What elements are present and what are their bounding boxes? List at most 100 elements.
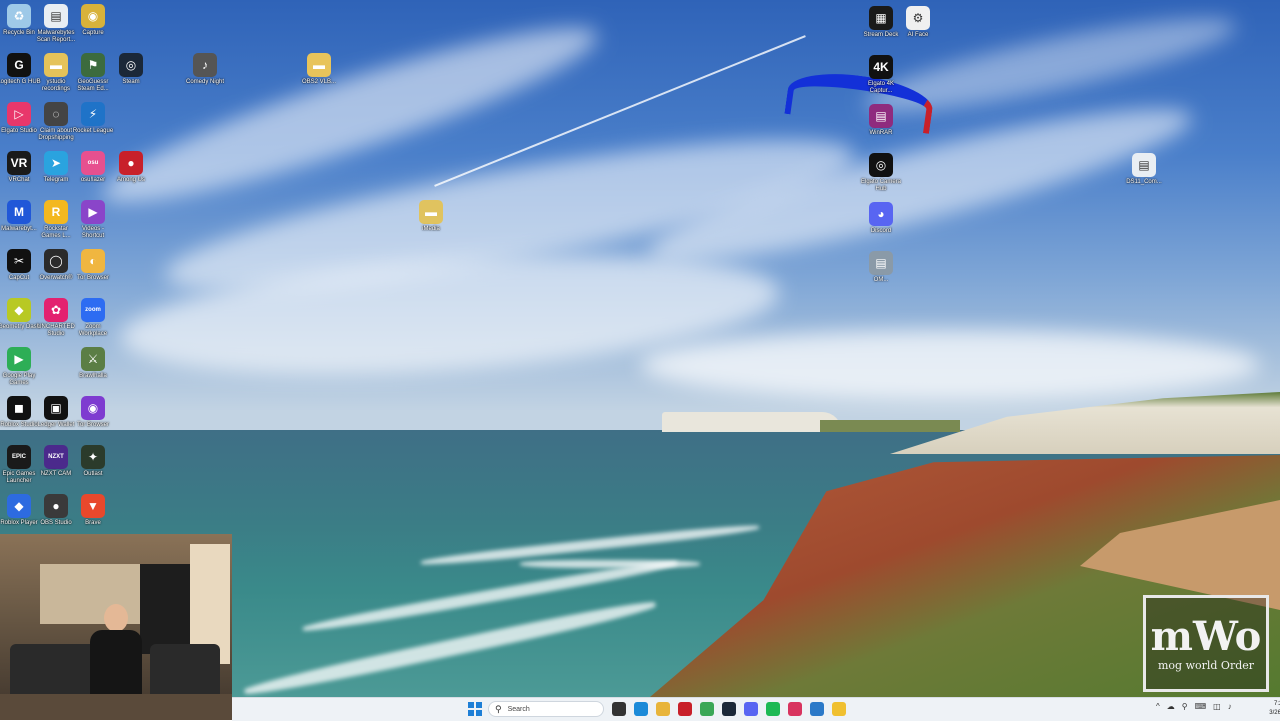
desktop-icon[interactable]: R Rockstar Games L... bbox=[37, 200, 75, 240]
capcut-icon: ✂ bbox=[7, 249, 31, 273]
desktop-icon[interactable]: ◆ Geometry Dash bbox=[0, 298, 40, 331]
desktop-icon[interactable]: ◆ Roblox Player bbox=[0, 494, 38, 527]
desktop-icon[interactable]: ▤ Malwarebytes Scan Report... bbox=[37, 4, 75, 44]
desktop-icon-label: Brave bbox=[85, 520, 101, 526]
desktop-icon[interactable]: ♪ Comedy Night bbox=[186, 53, 224, 86]
desktop-icon[interactable]: ● Among Us bbox=[112, 151, 150, 184]
among-us-icon: ● bbox=[119, 151, 143, 175]
desktop-icon[interactable]: ▤ OM... bbox=[862, 251, 900, 284]
desktop-icon[interactable]: ▬ OBS2 VLB... bbox=[300, 53, 338, 86]
taskbar-taskview-icon[interactable] bbox=[612, 702, 626, 716]
logo-main-text: mWo bbox=[1150, 613, 1262, 660]
tray-icon[interactable]: ⌨ bbox=[1195, 702, 1207, 711]
desktop-icon[interactable]: ▬ iMedia bbox=[412, 200, 450, 233]
logo-sub-text: mog world Order bbox=[1157, 659, 1255, 672]
desktop-icon[interactable]: ◉ Capture bbox=[74, 4, 112, 37]
microphone-icon: ♪ bbox=[193, 53, 217, 77]
taskbar-chrome-icon[interactable] bbox=[700, 702, 714, 716]
taskbar-files2-icon[interactable] bbox=[810, 702, 824, 716]
desktop-icon[interactable]: ● OBS Studio bbox=[37, 494, 75, 527]
desktop-icon[interactable]: ✦ Outlast bbox=[74, 445, 112, 478]
desktop-icon[interactable]: 4K Elgato 4K Captur... bbox=[862, 55, 900, 95]
desktop-icon[interactable]: ◌ Claim about Dropshipping bbox=[37, 102, 75, 142]
desktop-icon[interactable]: ▶ Videos - Shortcut bbox=[74, 200, 112, 240]
desktop-icon[interactable]: ◯ Overwatch® bbox=[37, 249, 75, 282]
desktop-icon[interactable]: ◎ Elgato Camera Hub bbox=[860, 153, 902, 193]
outlast-icon: ✦ bbox=[81, 445, 105, 469]
desktop-icon[interactable]: zoom Zoom Workplace bbox=[74, 298, 112, 338]
stream-deck-icon: ▦ bbox=[869, 6, 893, 30]
taskbar-search[interactable]: ⚲ Search bbox=[488, 701, 604, 717]
taskbar-media-icon[interactable] bbox=[678, 702, 692, 716]
desktop-icon[interactable]: EPIC Epic Games Launcher bbox=[0, 445, 38, 485]
geometry-dash-icon: ◆ bbox=[7, 298, 31, 322]
desktop-icon[interactable]: ▣ Ledger Wallet bbox=[37, 396, 75, 429]
desktop-icon[interactable]: G Logitech G HUB bbox=[0, 53, 41, 86]
desktop-icon[interactable]: ⚑ GeoGuessr Steam Ed... bbox=[74, 53, 112, 93]
tray-icon[interactable]: ☁ bbox=[1167, 702, 1175, 711]
desktop-icon[interactable]: ▬ ystudio recordings bbox=[37, 53, 75, 93]
tray-icon[interactable]: ◫ bbox=[1213, 702, 1221, 711]
rocket-league-icon: ⚡ bbox=[81, 102, 105, 126]
desktop-icon[interactable]: ▶ Google Play Games bbox=[0, 347, 38, 387]
epic-games-icon: EPIC bbox=[7, 445, 31, 469]
desktop-icon[interactable]: ◕ Discord bbox=[862, 202, 900, 235]
desktop-icon[interactable]: ◼ Roblox Studio bbox=[0, 396, 38, 429]
start-button[interactable] bbox=[468, 702, 482, 716]
desktop-icon[interactable]: ⚔ Brawlhalla bbox=[74, 347, 112, 380]
taskbar-browser-icon[interactable] bbox=[788, 702, 802, 716]
desktop-icon-label: Steam bbox=[122, 79, 140, 85]
nzxt-icon: NZXT bbox=[44, 445, 68, 469]
taskbar-spotify-icon[interactable] bbox=[766, 702, 780, 716]
desktop-icon[interactable]: ✂ CapCut bbox=[0, 249, 38, 282]
taskbar-files-icon[interactable] bbox=[656, 702, 670, 716]
roblox-studio-icon: ◼ bbox=[7, 396, 31, 420]
clock[interactable]: 7:28 AM 3/26/2026 bbox=[1248, 700, 1280, 718]
desktop-icon[interactable]: osu osu!lazer bbox=[74, 151, 112, 184]
desktop-icon-label: Tor Browser bbox=[76, 422, 109, 428]
search-placeholder: Search bbox=[507, 705, 530, 713]
taskbar-edge-icon[interactable] bbox=[634, 702, 648, 716]
desktop-icon[interactable]: ♻ Recycle Bin bbox=[0, 4, 38, 37]
desktop-icon[interactable]: ▼ Brave bbox=[74, 494, 112, 527]
desktop-icon-label: iMedia bbox=[422, 226, 440, 232]
desktop-icon-label: Outlast bbox=[83, 471, 103, 477]
tray-icon[interactable]: ♪ bbox=[1228, 702, 1232, 711]
zoom-icon: zoom bbox=[81, 298, 105, 322]
taskbar-app-icon[interactable] bbox=[832, 702, 846, 716]
taskbar-steam-icon[interactable] bbox=[722, 702, 736, 716]
tray-icon[interactable]: ⚲ bbox=[1182, 702, 1188, 711]
mwo-logo-watermark: mWo mog world Order bbox=[1143, 595, 1269, 692]
desktop-icon[interactable]: ◐ Tor Browser bbox=[74, 249, 112, 282]
desktop-icon[interactable]: M Malwarebyt... bbox=[0, 200, 38, 233]
document-icon: ▤ bbox=[44, 4, 68, 28]
steam-icon: ◎ bbox=[119, 53, 143, 77]
desktop-icon[interactable]: ✿ UNCHARTED Studio bbox=[37, 298, 75, 338]
desktop-icon[interactable]: ▷ Elgato Studio bbox=[0, 102, 38, 135]
desktop-icon-label: Zoom Workplace bbox=[78, 324, 108, 337]
rockstar-icon: R bbox=[44, 200, 68, 224]
desktop-icon-label: Elgato Camera Hub bbox=[860, 179, 902, 192]
desktop-icon[interactable]: NZXT NZXT CAM bbox=[37, 445, 75, 478]
desktop-icon-label: WinRAR bbox=[869, 130, 893, 136]
ledger-icon: ▣ bbox=[44, 396, 68, 420]
desktop-icon[interactable]: ▦ Stream Deck bbox=[862, 6, 900, 39]
desktop-icon[interactable]: ◎ Steam bbox=[112, 53, 150, 86]
vrchat-icon: VR bbox=[7, 151, 31, 175]
desktop-icon[interactable]: ▤ DS11_Com... bbox=[1125, 153, 1163, 186]
clock-date: 3/26/2026 bbox=[1269, 710, 1280, 716]
tray-icon[interactable]: ^ bbox=[1156, 702, 1160, 711]
desktop-icon-label: Elgato 4K Captur... bbox=[867, 81, 895, 94]
videos-icon: ▶ bbox=[81, 200, 105, 224]
desktop-icon-label: Capture bbox=[82, 30, 104, 36]
system-tray: ^ ☁ ⚲ ⌨ ◫ ♪ bbox=[1156, 702, 1232, 711]
elgato-4k-icon: 4K bbox=[869, 55, 893, 79]
desktop-icon[interactable]: VR VRChat bbox=[0, 151, 38, 184]
taskbar-discord-icon[interactable] bbox=[744, 702, 758, 716]
desktop-icon[interactable]: ⚡ Rocket League bbox=[73, 102, 113, 135]
desktop-icon[interactable]: ▤ WinRAR bbox=[862, 104, 900, 137]
desktop-icon[interactable]: ◉ Tor Browser bbox=[74, 396, 112, 429]
desktop-icon[interactable]: ➤ Telegram bbox=[37, 151, 75, 184]
tor-icon: ◐ bbox=[81, 249, 105, 273]
desktop-icon[interactable]: ⚙ AI Face bbox=[899, 6, 937, 39]
